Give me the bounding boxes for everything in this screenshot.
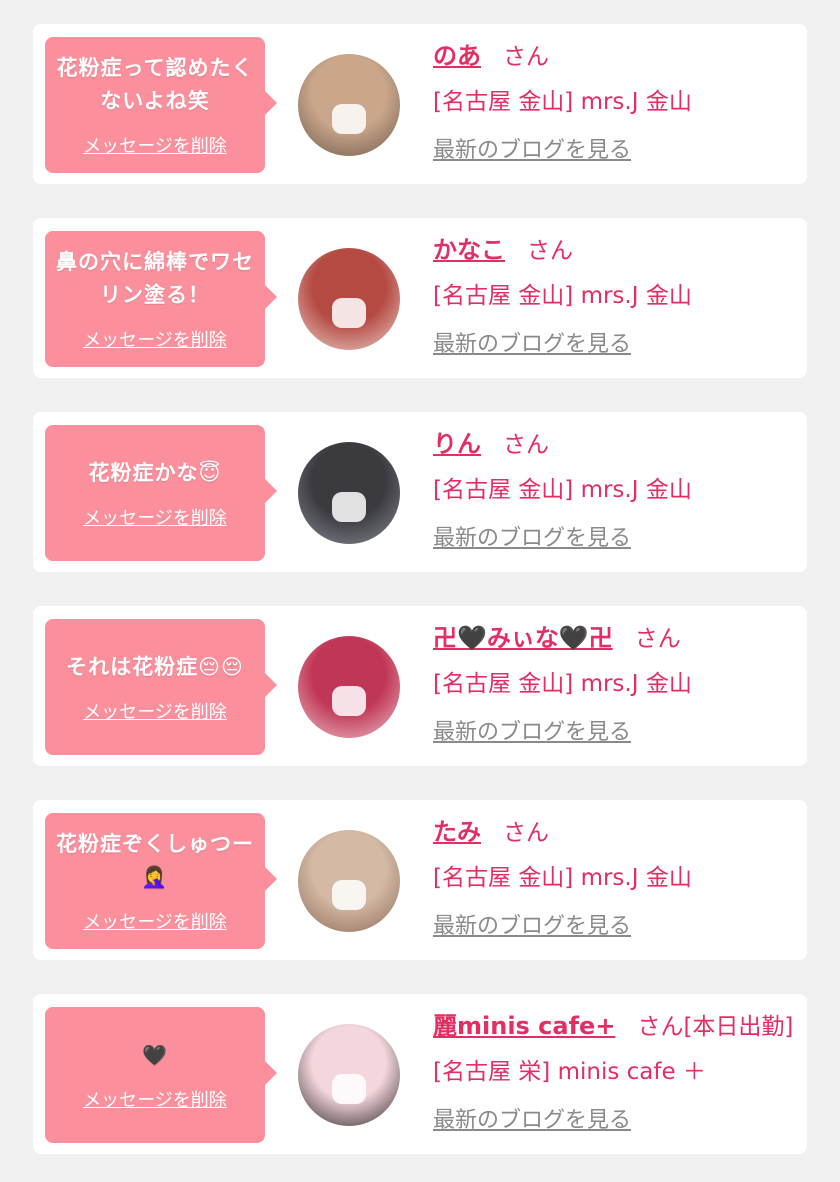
name-line: 卍🖤みぃな🖤卍 さん <box>433 618 803 658</box>
honorific-suffix: さん[本日出勤] <box>637 1014 794 1040</box>
sender-info: のあ さん [名古屋 金山] mrs.J 金山 最新のブログを見る <box>433 36 803 164</box>
view-latest-blog-link[interactable]: 最新のブログを見る <box>433 714 631 746</box>
message-text: 花粉症って認めたくないよね笑 <box>56 56 254 113</box>
name-line: かなこ さん <box>433 230 803 270</box>
message-card: 花粉症かな😇 メッセージを削除 りん さん [名古屋 金山] mrs.J 金山 … <box>33 412 807 572</box>
message-card: それは花粉症😔😔 メッセージを削除 卍🖤みぃな🖤卍 さん [名古屋 金山] mr… <box>33 606 807 766</box>
sender-info: 卍🖤みぃな🖤卍 さん [名古屋 金山] mrs.J 金山 最新のブログを見る <box>433 618 803 746</box>
delete-message-link[interactable]: メッセージを削除 <box>83 326 227 352</box>
sender-info: りん さん [名古屋 金山] mrs.J 金山 最新のブログを見る <box>433 424 803 552</box>
message-text: 🖤 <box>142 1042 168 1067</box>
view-latest-blog-link[interactable]: 最新のブログを見る <box>433 520 631 552</box>
message-list: 花粉症って認めたくないよね笑 メッセージを削除 のあ さん [名古屋 金山] m… <box>0 0 840 1182</box>
avatar[interactable] <box>298 636 400 738</box>
sender-info: かなこ さん [名古屋 金山] mrs.J 金山 最新のブログを見る <box>433 230 803 358</box>
message-bubble: 花粉症って認めたくないよね笑 メッセージを削除 <box>45 37 277 173</box>
sender-name-link[interactable]: 麗minis cafe+ <box>433 1006 615 1041</box>
face-mask-sticker <box>332 298 366 328</box>
view-latest-blog-link[interactable]: 最新のブログを見る <box>433 326 631 358</box>
message-text: 鼻の穴に綿棒でワセリン塗る！ <box>56 250 254 307</box>
avatar[interactable] <box>298 1024 400 1126</box>
message-bubble: それは花粉症😔😔 メッセージを削除 <box>45 619 277 755</box>
honorific-suffix: さん <box>503 44 549 70</box>
message-card: 花粉症ぞくしゅつー🤦‍♀️ メッセージを削除 たみ さん [名古屋 金山] mr… <box>33 800 807 960</box>
sender-name-link[interactable]: のあ <box>433 36 481 71</box>
name-line: のあ さん <box>433 36 803 76</box>
shop-name: [名古屋 金山] mrs.J 金山 <box>433 671 692 697</box>
sender-info: たみ さん [名古屋 金山] mrs.J 金山 最新のブログを見る <box>433 812 803 940</box>
delete-message-link[interactable]: メッセージを削除 <box>83 908 227 934</box>
shop-name: [名古屋 金山] mrs.J 金山 <box>433 477 692 503</box>
message-card: 🖤 メッセージを削除 麗minis cafe+ さん[本日出勤] [名古屋 栄]… <box>33 994 807 1154</box>
message-bubble: 花粉症ぞくしゅつー🤦‍♀️ メッセージを削除 <box>45 813 277 949</box>
message-bubble: 花粉症かな😇 メッセージを削除 <box>45 425 277 561</box>
sender-info: 麗minis cafe+ さん[本日出勤] [名古屋 栄] minis cafe… <box>433 1006 803 1134</box>
honorific-suffix: さん <box>634 626 681 652</box>
honorific-suffix: さん <box>503 432 549 458</box>
sender-name-link[interactable]: りん <box>433 424 481 459</box>
name-line: りん さん <box>433 424 803 464</box>
avatar[interactable] <box>298 54 400 156</box>
face-mask-sticker <box>332 880 366 910</box>
shop-name: [名古屋 金山] mrs.J 金山 <box>433 283 692 309</box>
delete-message-link[interactable]: メッセージを削除 <box>83 698 227 724</box>
view-latest-blog-link[interactable]: 最新のブログを見る <box>433 132 631 164</box>
message-card: 鼻の穴に綿棒でワセリン塗る！ メッセージを削除 かなこ さん [名古屋 金山] … <box>33 218 807 378</box>
message-text: 花粉症ぞくしゅつー🤦‍♀️ <box>56 832 254 889</box>
view-latest-blog-link[interactable]: 最新のブログを見る <box>433 1102 631 1134</box>
shop-name: [名古屋 金山] mrs.J 金山 <box>433 89 692 115</box>
face-mask-sticker <box>332 104 366 134</box>
face-mask-sticker <box>332 492 366 522</box>
avatar[interactable] <box>298 248 400 350</box>
delete-message-link[interactable]: メッセージを削除 <box>83 132 227 158</box>
face-mask-sticker <box>332 686 366 716</box>
sender-name-link[interactable]: かなこ <box>433 230 505 265</box>
view-latest-blog-link[interactable]: 最新のブログを見る <box>433 908 631 940</box>
face-mask-sticker <box>332 1074 366 1104</box>
avatar[interactable] <box>298 830 400 932</box>
message-bubble: 鼻の穴に綿棒でワセリン塗る！ メッセージを削除 <box>45 231 277 367</box>
honorific-suffix: さん <box>527 238 573 264</box>
message-card: 花粉症って認めたくないよね笑 メッセージを削除 のあ さん [名古屋 金山] m… <box>33 24 807 184</box>
honorific-suffix: さん <box>503 820 549 846</box>
name-line: たみ さん <box>433 812 803 852</box>
message-text: それは花粉症😔😔 <box>66 654 244 679</box>
avatar[interactable] <box>298 442 400 544</box>
message-bubble: 🖤 メッセージを削除 <box>45 1007 277 1143</box>
delete-message-link[interactable]: メッセージを削除 <box>83 1086 227 1112</box>
sender-name-link[interactable]: 卍🖤みぃな🖤卍 <box>433 618 613 653</box>
delete-message-link[interactable]: メッセージを削除 <box>83 504 227 530</box>
message-text: 花粉症かな😇 <box>88 460 222 485</box>
sender-name-link[interactable]: たみ <box>433 812 481 847</box>
name-line: 麗minis cafe+ さん[本日出勤] <box>433 1006 803 1046</box>
shop-name: [名古屋 栄] minis cafe ＋ <box>433 1059 706 1085</box>
shop-name: [名古屋 金山] mrs.J 金山 <box>433 865 692 891</box>
